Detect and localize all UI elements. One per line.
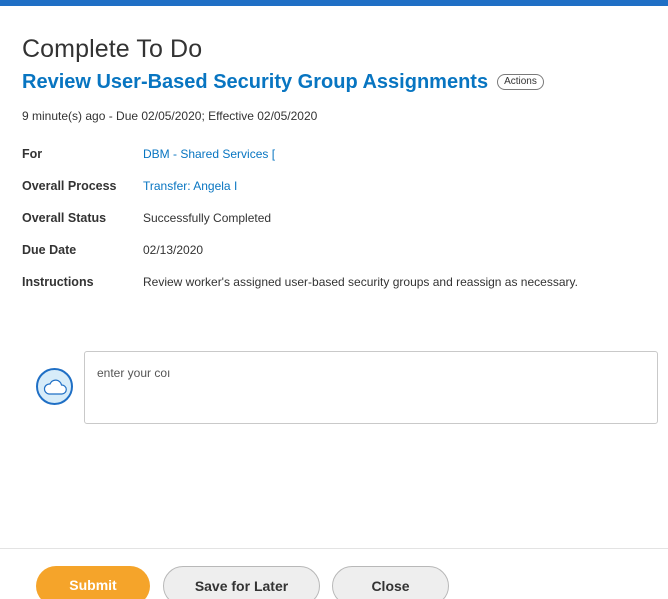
detail-row-due-date: Due Date 02/13/2020	[22, 242, 662, 274]
save-for-later-button[interactable]: Save for Later	[163, 566, 320, 599]
top-accent-bar	[0, 0, 668, 6]
instructions-value: Review worker's assigned user-based secu…	[143, 275, 578, 289]
details-list: For DBM - Shared Services [ Overall Proc…	[22, 146, 662, 306]
detail-row-status: Overall Status Successfully Completed	[22, 210, 662, 242]
actions-button[interactable]: Actions	[497, 74, 544, 90]
detail-label-for: For	[22, 147, 43, 161]
detail-row-for: For DBM - Shared Services [	[22, 146, 662, 178]
detail-label-process: Overall Process	[22, 179, 117, 193]
detail-label-due-date: Due Date	[22, 243, 77, 257]
detail-row-process: Overall Process Transfer: Angela I	[22, 178, 662, 210]
detail-label-status: Overall Status	[22, 211, 107, 225]
detail-label-instructions: Instructions	[22, 275, 94, 289]
detail-row-instructions: Instructions Review worker's assigned us…	[22, 274, 662, 306]
due-date-value: 02/13/2020	[143, 243, 204, 257]
for-value-link[interactable]: DBM - Shared Services [	[143, 146, 275, 178]
close-button[interactable]: Close	[332, 566, 449, 599]
task-subtitle-link[interactable]: Review User-Based Security Group Assignm…	[22, 69, 488, 95]
subtitle-row: Review User-Based Security Group Assignm…	[22, 69, 662, 95]
submit-button[interactable]: Submit	[36, 566, 150, 599]
task-header: Complete To Do Review User-Based Securit…	[22, 34, 662, 124]
cloud-icon	[43, 379, 67, 395]
avatar	[36, 368, 73, 405]
task-meta: 9 minute(s) ago - Due 02/05/2020; Effect…	[22, 109, 318, 123]
comment-input[interactable]	[84, 351, 658, 424]
process-value-link[interactable]: Transfer: Angela I	[143, 178, 237, 210]
page-title: Complete To Do	[22, 35, 203, 63]
status-value: Successfully Completed	[143, 211, 272, 225]
